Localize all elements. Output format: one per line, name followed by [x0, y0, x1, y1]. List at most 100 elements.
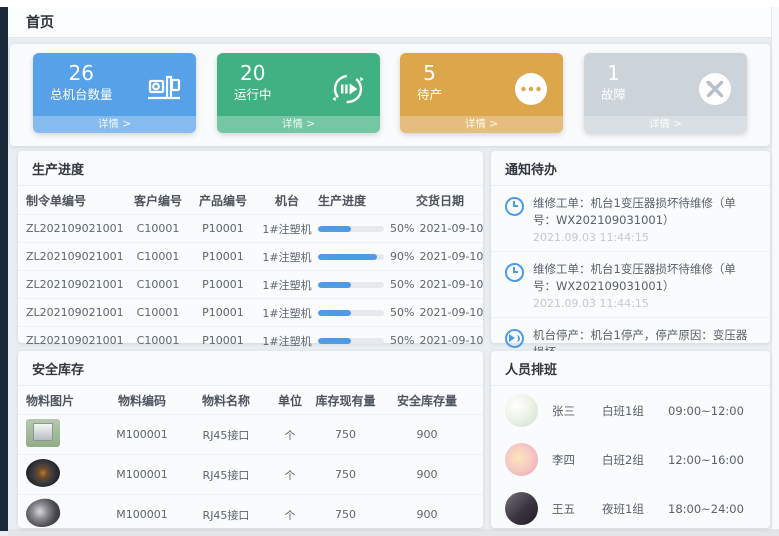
- material-image-cell: [26, 419, 98, 450]
- material-code-cell: M100001: [98, 428, 186, 441]
- material-photo: [23, 495, 63, 530]
- shift-group: 白班2组: [602, 452, 668, 468]
- notification-type-icon: [505, 329, 524, 348]
- machine-cell: 1#注塑机: [256, 221, 318, 237]
- notification-type-icon: [505, 197, 524, 216]
- safety-stock-cell: 900: [377, 468, 477, 481]
- personnel-schedule-panel: 人员排班 张三 白班1组 09:00~12:00 李四 白班2组 12:00~1…: [491, 351, 770, 528]
- progress-bar-track: [318, 338, 384, 344]
- vertical-scrollbar[interactable]: [771, 7, 779, 529]
- material-name-cell: RJ45接口: [186, 467, 266, 483]
- progress-bar-track: [318, 226, 384, 232]
- customer-cell: C10001: [126, 250, 190, 263]
- stat-cards-panel: 26 总机台数量 详情 > 20 运行中: [10, 44, 770, 146]
- col-customer: 客户编号: [126, 192, 190, 209]
- avatar: [505, 492, 538, 525]
- due-date-cell: 2021-09-10: [414, 250, 488, 263]
- col-machine: 机台: [256, 192, 318, 209]
- notification-body: 维修工单：机台1变压器损坏待维修（单号：WX202109031001） 2021…: [533, 261, 758, 310]
- card-detail-link[interactable]: 详情 >: [33, 116, 196, 133]
- material-photo: [26, 419, 60, 447]
- schedule-row: 张三 白班1组 09:00~12:00: [491, 386, 770, 435]
- order-no-cell: ZL202109021001: [26, 278, 126, 291]
- due-date-cell: 2021-09-10: [414, 278, 488, 291]
- notification-body: 维修工单：机台1变压器损坏待维修（单号：WX202109031001） 2021…: [533, 195, 758, 244]
- card-total-machines-text: 26 总机台数量: [50, 61, 113, 103]
- card-fault[interactable]: 1 故障 详情 >: [584, 53, 747, 133]
- card-pending-text: 5 待产: [417, 61, 442, 103]
- collapsed-sidebar-strip: [0, 7, 8, 531]
- production-table-header: 制令单编号 客户编号 产品编号 机台 生产进度 交货日期: [18, 186, 483, 214]
- progress-bar-track: [318, 282, 384, 288]
- col-current-stock: 库存现有量: [314, 392, 377, 409]
- order-no-cell: ZL202109021001: [26, 250, 126, 263]
- progress-bar-fill: [318, 282, 351, 288]
- progress-percent-label: 90%: [390, 250, 414, 263]
- avatar: [505, 443, 538, 476]
- card-detail-link[interactable]: 详情 >: [400, 116, 563, 133]
- unit-cell: 个: [266, 507, 314, 523]
- product-cell: P10001: [190, 306, 256, 319]
- progress-cell: 50%: [318, 334, 414, 347]
- material-code-cell: M100001: [98, 468, 186, 481]
- current-stock-cell: 750: [314, 468, 377, 481]
- col-material-name: 物料名称: [186, 392, 266, 409]
- col-product: 产品编号: [190, 192, 256, 209]
- notification-item[interactable]: 维修工单：机台1变压器损坏待维修（单号：WX202109031001） 2021…: [491, 186, 770, 251]
- customer-cell: C10001: [126, 278, 190, 291]
- production-table-row: ZL202109021001 C10001 P10001 1#注塑机 50% 2…: [18, 214, 483, 242]
- col-unit: 单位: [266, 392, 314, 409]
- shift-group: 夜班1组: [602, 501, 668, 517]
- person-name: 王五: [552, 501, 602, 517]
- customer-cell: C10001: [126, 222, 190, 235]
- tabs-bar: 首页: [8, 7, 771, 38]
- schedule-list: 张三 白班1组 09:00~12:00 李四 白班2组 12:00~16:00 …: [491, 386, 770, 533]
- col-safety-stock: 安全库存量: [377, 392, 477, 409]
- card-total-machines[interactable]: 26 总机台数量 详情 >: [33, 53, 196, 133]
- unit-cell: 个: [266, 467, 314, 483]
- progress-cell: 90%: [318, 250, 414, 263]
- material-code-cell: M100001: [98, 508, 186, 521]
- product-cell: P10001: [190, 222, 256, 235]
- current-stock-cell: 750: [314, 428, 377, 441]
- shift-time: 18:00~24:00: [668, 502, 744, 516]
- production-table-row: ZL202109021001 C10001 P10001 1#注塑机 50% 2…: [18, 326, 483, 354]
- production-table-row: ZL202109021001 C10001 P10001 1#注塑机 50% 2…: [18, 270, 483, 298]
- card-label: 运行中: [234, 86, 272, 103]
- product-cell: P10001: [190, 334, 256, 347]
- material-image-cell: [26, 459, 98, 490]
- tab-home[interactable]: 首页: [26, 12, 54, 32]
- schedule-row: 李四 白班2组 12:00~16:00: [491, 435, 770, 484]
- sync-running-icon: [329, 70, 367, 108]
- card-fault-text: 1 故障: [601, 61, 626, 103]
- machine-cell: 1#注塑机: [256, 249, 318, 265]
- card-detail-link[interactable]: 详情 >: [217, 116, 380, 133]
- material-image-cell: [26, 499, 98, 530]
- current-stock-cell: 750: [314, 508, 377, 521]
- stock-table-row: M100001 RJ45接口 个 750 900: [18, 414, 483, 454]
- card-running[interactable]: 20 运行中 详情 >: [217, 53, 380, 133]
- progress-bar-fill: [318, 254, 377, 260]
- stock-table-header: 物料图片 物料编码 物料名称 单位 库存现有量 安全库存量: [18, 386, 483, 414]
- notification-timestamp: 2021.09.03 11:44:15: [533, 231, 758, 244]
- customer-cell: C10001: [126, 334, 190, 347]
- ellipsis-icon: [512, 70, 550, 108]
- card-label: 待产: [417, 86, 442, 103]
- progress-bar-fill: [318, 338, 351, 344]
- card-detail-link[interactable]: 详情 >: [584, 116, 747, 133]
- notification-text: 维修工单：机台1变压器损坏待维修（单号：WX202109031001）: [533, 195, 758, 229]
- card-value: 5: [417, 61, 442, 86]
- notification-item[interactable]: 维修工单：机台1变压器损坏待维修（单号：WX202109031001） 2021…: [491, 251, 770, 317]
- product-cell: P10001: [190, 278, 256, 291]
- col-material-code: 物料编码: [98, 392, 186, 409]
- notifications-title: 通知待办: [491, 151, 770, 186]
- card-pending[interactable]: 5 待产 详情 >: [400, 53, 563, 133]
- stock-table-row: M100001 RJ45接口 个 750 900: [18, 494, 483, 534]
- safety-stock-cell: 900: [377, 508, 477, 521]
- material-name-cell: RJ45接口: [186, 427, 266, 443]
- shift-time: 12:00~16:00: [668, 453, 744, 467]
- customer-cell: C10001: [126, 306, 190, 319]
- col-material-image: 物料图片: [26, 392, 98, 409]
- shift-time: 09:00~12:00: [668, 404, 744, 418]
- card-value: 1: [601, 61, 626, 86]
